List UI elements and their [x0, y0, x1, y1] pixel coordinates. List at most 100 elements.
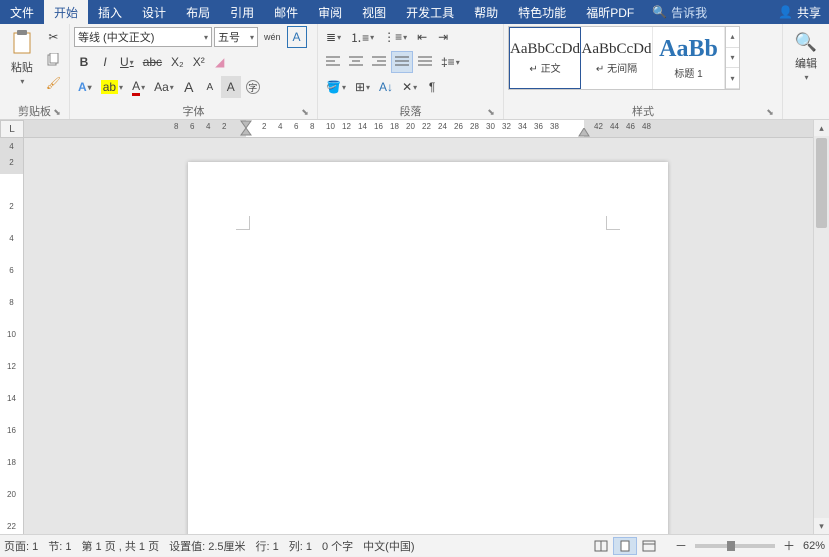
text-effects-button[interactable]: A▾ [74, 76, 96, 98]
document-area[interactable] [24, 138, 813, 534]
scroll-thumb[interactable] [816, 138, 827, 228]
align-left-icon [326, 56, 340, 68]
tab-insert[interactable]: 插入 [88, 0, 132, 24]
paste-button[interactable]: 粘贴 ▾ [4, 26, 40, 88]
style-item-normal[interactable]: AaBbCcDd ↵ 正文 [509, 27, 581, 89]
italic-button[interactable]: I [95, 51, 115, 73]
tab-help[interactable]: 帮助 [464, 0, 508, 24]
tab-mail[interactable]: 邮件 [264, 0, 308, 24]
superscript-button[interactable]: X² [189, 51, 209, 73]
phonetic-guide-button[interactable]: wén [260, 26, 285, 48]
align-distribute-button[interactable] [414, 51, 436, 73]
align-justify-button[interactable] [391, 51, 413, 73]
paste-label: 粘贴 [11, 59, 33, 75]
decrease-indent-button[interactable]: ⇤ [412, 26, 432, 48]
cut-button[interactable]: ✂ [42, 26, 65, 48]
align-distribute-icon [418, 56, 432, 68]
underline-button[interactable]: U▾ [116, 51, 138, 73]
gallery-more-button[interactable]: ▾ [726, 68, 739, 89]
status-page[interactable]: 页面: 1 [4, 538, 38, 554]
enclose-char-button[interactable]: 字 [242, 76, 264, 98]
status-section[interactable]: 节: 1 [48, 538, 71, 554]
paragraph-launcher[interactable]: ⬊ [485, 107, 497, 119]
tab-foxit[interactable]: 福昕PDF [576, 0, 644, 24]
style-item-heading1[interactable]: AaBb 标题 1 [653, 27, 725, 89]
strikethrough-button[interactable]: abc [139, 51, 166, 73]
bold-button[interactable]: B [74, 51, 94, 73]
right-indent-marker[interactable] [578, 128, 590, 137]
line-spacing-button[interactable]: ‡≡▾ [437, 51, 464, 73]
font-size-combo[interactable]: 五号▾ [214, 27, 258, 47]
change-case-button[interactable]: Aa▾ [150, 76, 178, 98]
subscript-button[interactable]: X₂ [167, 51, 188, 73]
copy-button[interactable] [42, 49, 65, 71]
scroll-up-button[interactable]: ▴ [814, 120, 829, 136]
tab-file[interactable]: 文件 [0, 0, 44, 24]
status-line[interactable]: 行: 1 [256, 538, 279, 554]
highlight-button[interactable]: ab▾ [97, 76, 127, 98]
increase-indent-button[interactable]: ⇥ [433, 26, 453, 48]
char-border-button[interactable]: A [287, 26, 307, 48]
tab-review[interactable]: 审阅 [308, 0, 352, 24]
status-words[interactable]: 0 个字 [322, 538, 353, 554]
tab-special[interactable]: 特色功能 [508, 0, 576, 24]
share-button[interactable]: 👤 共享 [770, 0, 829, 24]
group-font-label: 字体 [183, 103, 205, 119]
grow-font-button[interactable]: A [179, 76, 199, 98]
zoom-out-button[interactable]: － [671, 535, 691, 557]
tab-selector[interactable]: L [0, 120, 24, 138]
gallery-down-button[interactable]: ▾ [726, 48, 739, 69]
numbering-button[interactable]: ⒈≡▾ [346, 26, 378, 48]
clipboard-launcher[interactable]: ⬊ [51, 107, 63, 119]
align-right-button[interactable] [368, 51, 390, 73]
char-shading-button[interactable]: A [221, 76, 241, 98]
bullets-button[interactable]: ≣▾ [322, 26, 345, 48]
tab-design[interactable]: 设计 [132, 0, 176, 24]
page[interactable] [188, 162, 668, 534]
align-left-button[interactable] [322, 51, 344, 73]
editing-label: 编辑 [795, 55, 817, 71]
share-label: 共享 [797, 4, 821, 21]
tab-devtools[interactable]: 开发工具 [396, 0, 464, 24]
gallery-up-button[interactable]: ▴ [726, 27, 739, 48]
shading-button[interactable]: 🪣▾ [322, 76, 350, 98]
tab-layout[interactable]: 布局 [176, 0, 220, 24]
horizontal-ruler[interactable]: 86 42 24 68 1012 1416 1820 2224 2628 303… [24, 120, 813, 137]
zoom-value[interactable]: 62% [803, 540, 825, 552]
view-print-button[interactable] [613, 537, 637, 555]
font-launcher[interactable]: ⬊ [299, 107, 311, 119]
status-lang[interactable]: 中文(中国) [363, 538, 414, 554]
align-justify-icon [395, 56, 409, 68]
tab-view[interactable]: 视图 [352, 0, 396, 24]
tab-references[interactable]: 引用 [220, 0, 264, 24]
zoom-in-button[interactable]: ＋ [779, 535, 799, 557]
tab-home[interactable]: 开始 [44, 0, 88, 24]
multilevel-button[interactable]: ⋮≡▾ [379, 26, 411, 48]
zoom-thumb[interactable] [727, 541, 735, 551]
asian-layout-button[interactable]: ✕▾ [398, 76, 421, 98]
styles-launcher[interactable]: ⬊ [764, 107, 776, 119]
style-item-no-spacing[interactable]: AaBbCcDd ↵ 无间隔 [581, 27, 653, 89]
view-read-button[interactable] [589, 537, 613, 555]
sort-button[interactable]: A↓ [375, 76, 397, 98]
format-painter-button[interactable]: 🖌 [42, 72, 65, 94]
vertical-scrollbar[interactable]: ▴ ▾ [813, 120, 829, 534]
status-setting[interactable]: 设置值: 2.5厘米 [169, 538, 245, 554]
shrink-font-button[interactable]: A [200, 76, 220, 98]
font-name-combo[interactable]: 等线 (中文正文)▾ [74, 27, 212, 47]
font-color-button[interactable]: A▾ [128, 76, 149, 98]
vertical-ruler[interactable]: 4 2 2 4 6 8 10 12 14 16 18 20 22 [0, 138, 24, 534]
view-web-button[interactable] [637, 537, 661, 555]
tell-me-search[interactable]: 🔍 告诉我 [644, 0, 715, 24]
show-marks-button[interactable]: ¶ [422, 76, 442, 98]
clear-formatting-button[interactable]: ◢ [210, 51, 230, 73]
borders-button[interactable]: ⊞▾ [351, 76, 374, 98]
align-center-button[interactable] [345, 51, 367, 73]
editing-button[interactable]: 🔍 编辑 ▾ [787, 26, 825, 88]
status-col[interactable]: 列: 1 [289, 538, 312, 554]
scroll-down-button[interactable]: ▾ [814, 518, 829, 534]
status-page-of[interactable]: 第 1 页 , 共 1 页 [81, 538, 159, 554]
scroll-track[interactable] [814, 136, 829, 518]
first-line-indent-marker[interactable] [240, 120, 252, 136]
zoom-slider[interactable] [695, 544, 775, 548]
